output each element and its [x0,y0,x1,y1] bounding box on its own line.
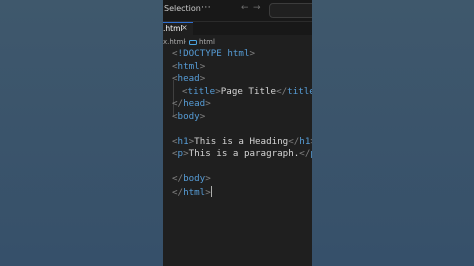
tag-name: h1 [299,135,311,147]
tag-name: p [310,148,312,159]
bracket: > [249,48,256,59]
menu-selection[interactable]: Selection [164,4,201,13]
text-cursor [210,185,212,197]
close-icon[interactable]: × [181,23,188,32]
tag-name: title [287,85,312,97]
title-bar: Selection ··· ← → [163,0,312,22]
bracket: > [199,60,206,72]
bracket: > [199,110,206,122]
text-content: This is a paragraph. [188,148,300,159]
bracket: </ [172,186,184,198]
code-line-head-close[interactable]: </head> [172,98,211,110]
code-line-html-close[interactable]: </html> [172,185,212,198]
tag-name: head [183,98,206,109]
bracket: </ [299,148,311,159]
bracket: > [205,98,211,109]
code-editor-window: Selection ··· ← → .html × x.html › html … [163,0,312,266]
forward-arrow-icon[interactable]: → [253,3,261,13]
bracket: > [310,136,312,147]
code-line-paragraph[interactable]: <p>This is a paragraph.</p> [172,148,312,160]
keyword: html [227,48,250,59]
tab-bar: .html × [163,22,312,36]
code-line-title[interactable]: <title>Page Title</title> [182,86,312,98]
tag-name: title [187,85,216,97]
code-line-h1[interactable]: <h1>This is a Heading</h1> [172,136,312,148]
back-arrow-icon[interactable]: ← [241,3,249,13]
text-content: Page Title [220,85,277,97]
breadcrumb-node[interactable]: html [199,38,215,46]
element-node-icon [189,40,197,45]
bracket: </ [172,98,184,109]
bracket: </ [172,173,184,184]
tag-name: html [177,60,200,72]
tag-name: head [177,73,200,84]
tab-html-file[interactable]: .html × [163,22,193,36]
more-menu-icon[interactable]: ··· [201,3,211,13]
tag-name: !DOCTYPE [177,48,222,59]
left-background [0,0,163,266]
code-line-head-open[interactable]: <head> [172,73,205,85]
code-line-doctype[interactable]: <!DOCTYPE html> [172,48,255,60]
tab-label: .html [163,24,183,33]
code-line-body-open[interactable]: <body> [172,111,205,123]
right-background [312,0,474,266]
tag-name: h1 [177,135,189,147]
bracket: > [205,173,211,184]
code-line-body-close[interactable]: </body> [172,173,211,185]
chevron-right-icon: › [183,37,187,46]
bracket: </ [288,135,300,147]
tag-name: body [177,110,200,122]
bracket: </ [276,85,288,97]
breadcrumb-file[interactable]: x.html [163,38,185,46]
command-center-search[interactable] [269,3,312,18]
text-content: This is a Heading [194,135,289,147]
bracket: > [199,73,206,84]
code-line-html-open[interactable]: <html> [172,61,205,73]
tag-name: body [183,173,206,184]
tag-name: html [183,186,206,198]
